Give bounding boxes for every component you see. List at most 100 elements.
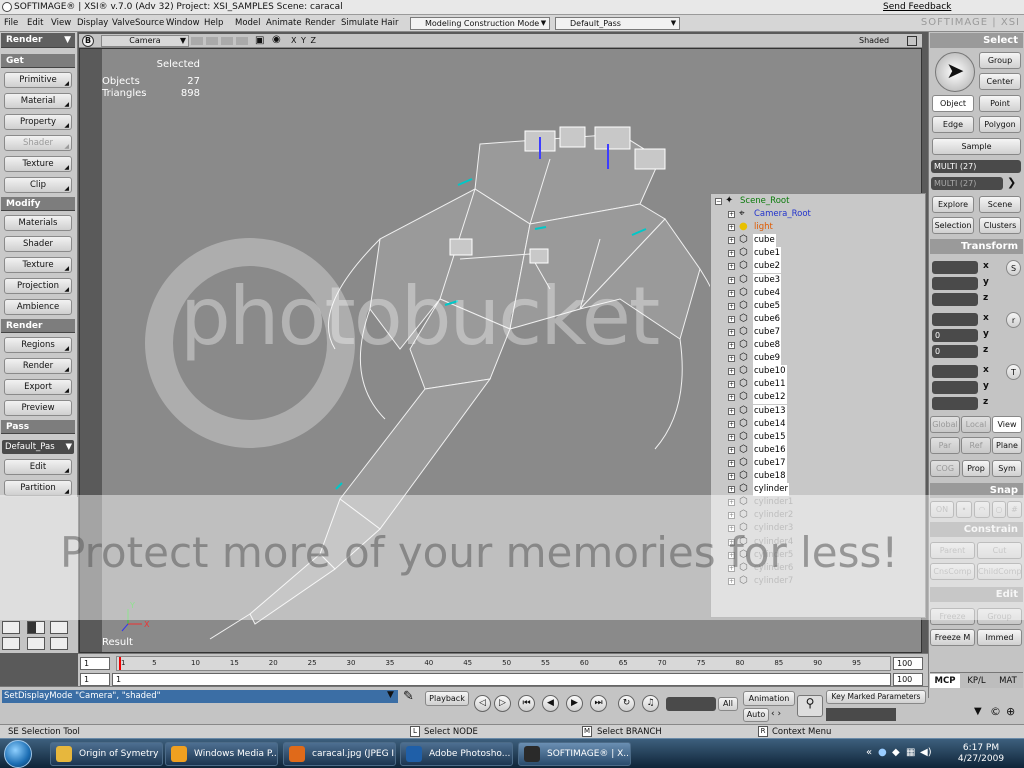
menu-animate[interactable]: Animate — [266, 18, 302, 28]
key-icon[interactable]: ⊕ — [1006, 705, 1015, 718]
explorer-item-row[interactable]: + ⬡ cube — [711, 234, 925, 248]
viewport-letter-badge[interactable]: B — [82, 35, 94, 47]
key-marked-parameters-button[interactable]: Key Marked Parameters — [826, 690, 926, 704]
render-regions-button[interactable]: Regions ◢ — [4, 337, 72, 353]
polygon-button[interactable]: Polygon — [979, 116, 1021, 133]
get-primitive-button[interactable]: Primitive ◢ — [4, 72, 72, 88]
expand-icon[interactable]: + — [728, 433, 735, 441]
edge-button[interactable]: Edge — [932, 116, 974, 133]
expand-icon[interactable]: + — [728, 355, 735, 363]
explorer-item-row[interactable]: + ⬡ cube17 — [711, 456, 925, 470]
audio-icon[interactable]: ♫ — [642, 695, 659, 712]
explorer-item-row[interactable]: + ⬡ cube11 — [711, 378, 925, 392]
edit-group-button[interactable]: Group — [977, 608, 1022, 625]
axis-toggles[interactable]: X Y Z — [291, 36, 317, 45]
maximize-viewport-icon[interactable] — [907, 36, 917, 46]
taskbar-item[interactable]: Windows Media P... — [165, 742, 278, 766]
chevron-down-icon[interactable]: ▼ — [387, 690, 394, 700]
collapse-icon[interactable]: − — [715, 198, 722, 205]
explorer-item-row[interactable]: + ⬡ cube18 — [711, 470, 925, 483]
parent-button[interactable]: Parent — [930, 542, 975, 559]
menu-window[interactable]: Window — [166, 18, 200, 28]
explorer-item-row[interactable]: + ⬡ cube7 — [711, 325, 925, 339]
timeline-ruler[interactable]: 1 5 10 15 20 25 30 35 40 45 50 55 60 65 70 75 80 85 90 95 — [116, 656, 891, 671]
freeze-button[interactable]: Freeze — [930, 608, 975, 625]
explorer-item-row[interactable]: + ⬡ cube6 — [711, 312, 925, 326]
explorer-item-row[interactable]: + ⬡ cylinder2 — [711, 509, 925, 522]
key-nav-icons[interactable]: ‹ › — [771, 709, 781, 719]
explorer-item-row[interactable]: + ⬡ cube8 — [711, 339, 925, 352]
explorer-item-row[interactable]: + ⬡ cube3 — [711, 273, 925, 287]
key-icon[interactable]: ⚲ — [797, 695, 823, 717]
explorer-item-row[interactable]: + ⬡ cylinder5 — [711, 549, 925, 562]
filter-chevron-icon[interactable]: ❯ — [1007, 176, 1016, 189]
expand-icon[interactable]: + — [728, 302, 735, 310]
expand-icon[interactable]: + — [728, 328, 735, 336]
explorer-item-row[interactable]: + ⬡ cylinder — [711, 483, 925, 497]
expand-icon[interactable]: + — [728, 342, 735, 349]
cog-button[interactable]: COG — [930, 460, 960, 477]
explore-button[interactable]: Explore — [932, 196, 974, 213]
scale-x-field[interactable] — [932, 261, 978, 274]
chevron-down-icon[interactable]: ▼ — [974, 706, 982, 717]
modify-projection-button[interactable]: Projection ◢ — [4, 278, 72, 294]
sym-button[interactable]: Sym — [992, 460, 1022, 477]
explorer-item-row[interactable]: + ⬡ cube15 — [711, 430, 925, 444]
menu-edit[interactable]: Edit — [27, 18, 43, 28]
steam-icon[interactable]: ● — [878, 747, 887, 758]
playback-button[interactable]: Playback — [425, 691, 469, 706]
script-editor-icon[interactable]: ✎ — [403, 689, 414, 704]
menu-valvesource[interactable]: ValveSource — [112, 18, 164, 28]
explorer-item-row[interactable]: + ⬡ cube5 — [711, 299, 925, 313]
network-icon[interactable]: ▦ — [906, 747, 915, 758]
menu-simulate[interactable]: Simulate — [341, 18, 379, 28]
expand-icon[interactable]: + — [728, 237, 735, 245]
camera-icon[interactable]: ▣ — [255, 35, 264, 46]
render-render-button[interactable]: Render ◢ — [4, 358, 72, 374]
tray-expand-icon[interactable]: « — [866, 747, 872, 758]
toolbar-render-header[interactable]: Render ▼ — [1, 33, 75, 48]
clusters-button[interactable]: Clusters — [979, 217, 1021, 234]
cnscomp-button[interactable]: CnsComp — [930, 563, 975, 580]
explorer-item-row[interactable]: + ⬡ cube14 — [711, 417, 925, 431]
layout-icon[interactable] — [2, 637, 20, 650]
scale-z-field[interactable] — [932, 293, 978, 306]
expand-icon[interactable]: + — [728, 289, 735, 297]
expand-icon[interactable]: + — [728, 407, 735, 415]
explorer-item-row[interactable]: + ● light — [711, 221, 925, 234]
play-forward-icon[interactable]: ▶ — [566, 695, 583, 712]
playhead[interactable] — [119, 657, 121, 670]
menu-model[interactable]: Model — [235, 18, 261, 28]
get-texture-button[interactable]: Texture ◢ — [4, 156, 72, 172]
rotate-x-field[interactable] — [932, 313, 978, 326]
taskbar-item[interactable]: SOFTIMAGE® | X... — [518, 742, 631, 766]
prop-button[interactable]: Prop — [962, 460, 990, 477]
expand-icon[interactable]: + — [728, 577, 735, 585]
range-current-field[interactable]: 1 — [112, 673, 891, 686]
expand-icon[interactable]: + — [728, 473, 735, 480]
plane-button[interactable]: Plane — [992, 437, 1022, 454]
view-button[interactable]: View — [992, 416, 1022, 433]
expand-icon[interactable]: + — [728, 486, 735, 494]
expand-icon[interactable]: + — [728, 211, 735, 218]
explorer-item-row[interactable]: + ⬡ cylinder1 — [711, 496, 925, 509]
selection-name-field[interactable]: MULTI (27) — [931, 160, 1021, 173]
explorer-item-row[interactable]: + ⬡ cube12 — [711, 391, 925, 405]
explorer-item-row[interactable]: + ⬡ cube2 — [711, 260, 925, 274]
explorer-item-row[interactable]: + ⌖ Camera_Root — [711, 208, 925, 221]
loop-icon[interactable]: ↻ — [618, 695, 635, 712]
explorer-item-row[interactable]: + ⬡ cylinder3 — [711, 522, 925, 535]
group-button[interactable]: Group — [979, 52, 1021, 69]
modify-texture-button[interactable]: Texture ◢ — [4, 257, 72, 273]
pass-combo[interactable]: Default_Pass ▼ — [555, 17, 680, 30]
animation-button[interactable]: Animation — [743, 691, 795, 706]
scale-button[interactable]: S — [1006, 260, 1021, 276]
explorer-root-row[interactable]: − ✦ Scene_Root — [711, 195, 925, 208]
get-property-button[interactable]: Property ◢ — [4, 114, 72, 130]
get-clip-button[interactable]: Clip ◢ — [4, 177, 72, 193]
camera-selector[interactable]: Camera ▼ — [101, 35, 189, 47]
explorer-item-row[interactable]: + ⬡ cube9 — [711, 352, 925, 366]
snap-circle-icon[interactable]: ○ — [992, 501, 1006, 518]
expand-icon[interactable]: + — [728, 276, 735, 284]
immed-button[interactable]: Immed — [977, 629, 1022, 646]
